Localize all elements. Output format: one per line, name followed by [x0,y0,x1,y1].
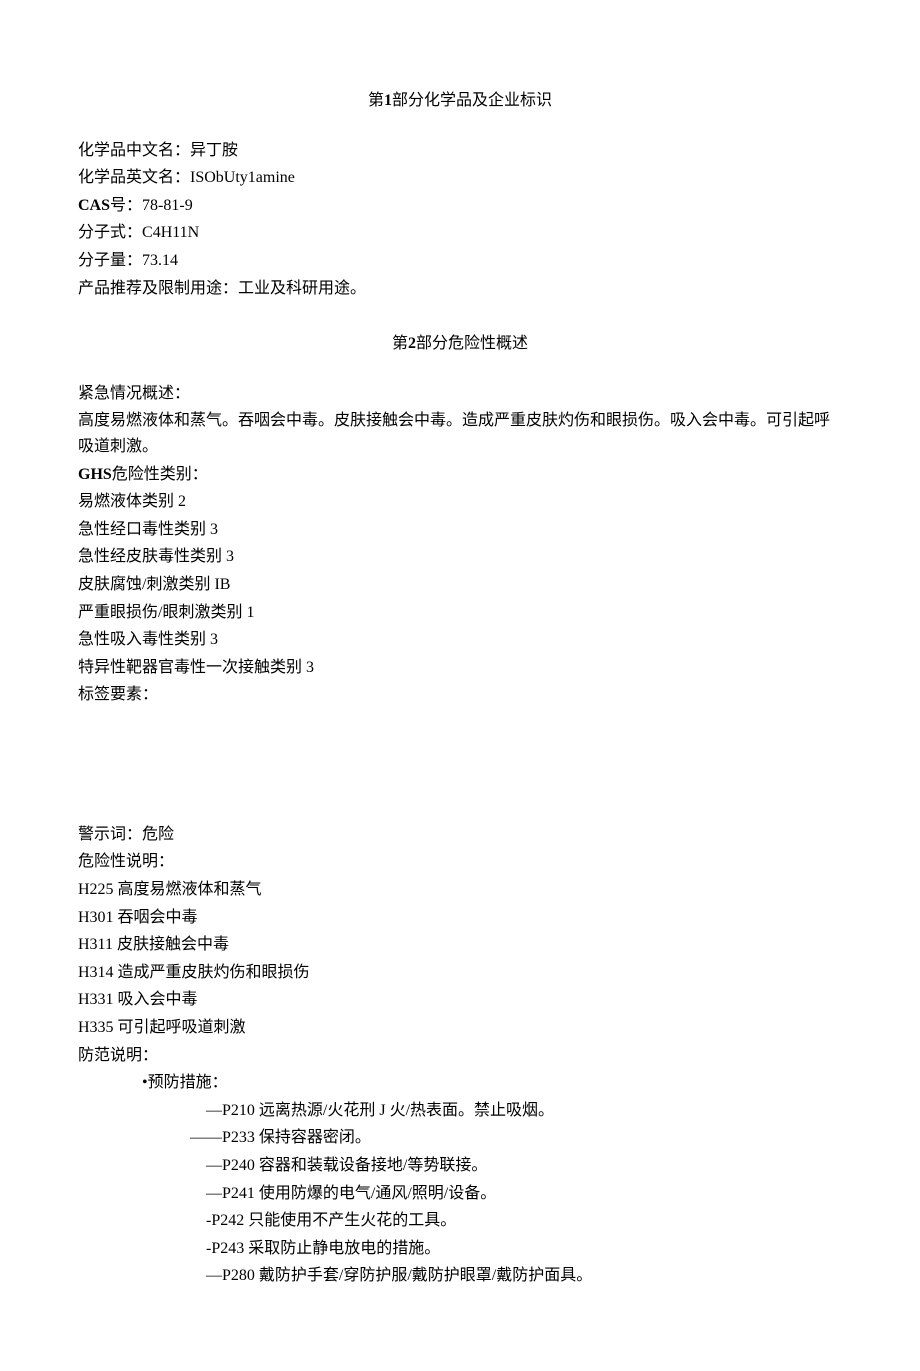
cas-number: CAS号：78-81-9 [78,193,842,219]
prevention-label: •预防措施： [78,1070,842,1096]
title-prefix: 第 [392,335,408,352]
label-mid: 号： [110,197,142,214]
category-item: 急性吸入毒性类别 3 [78,627,842,653]
title-prefix: 第 [368,92,384,109]
hazard-statement: H225 高度易燃液体和蒸气 [78,877,842,903]
label: 分子式： [78,224,142,241]
usage: 产品推荐及限制用途：工业及科研用途。 [78,276,842,302]
hazard-statement: H331 吸入会中毒 [78,987,842,1013]
value: ISObUty1amine [190,169,295,186]
chem-name-cn: 化学品中文名：异丁胺 [78,138,842,164]
label: 分子量： [78,252,142,269]
title-num: 1 [384,92,392,109]
title-num: 2 [408,335,416,352]
hazard-statement: H311 皮肤接触会中毒 [78,932,842,958]
section-2-title: 第2部分危险性概述 [78,331,842,357]
ghs-category-label: GHS危险性类别： [78,462,842,488]
hazard-statement: H301 吞咽会中毒 [78,905,842,931]
title-suffix: 部分危险性概述 [416,335,528,352]
mol-weight: 分子量：73.14 [78,248,842,274]
emergency-label: 紧急情况概述： [78,381,842,407]
precaution-item: —P240 容器和装载设备接地/等势联接。 [78,1153,842,1179]
hazard-statement: H314 造成严重皮肤灼伤和眼损伤 [78,960,842,986]
label: 化学品英文名： [78,169,190,186]
precaution-item: —P210 远离热源/火花刑 J 火/热表面。禁止吸烟。 [78,1098,842,1124]
value: 78-81-9 [142,197,193,214]
category-item: 易燃液体类别 2 [78,489,842,515]
value: 73.14 [142,252,178,269]
precaution-item: —P280 戴防护手套/穿防护服/戴防护眼罩/戴防护面具。 [78,1263,842,1289]
category-item: 急性经皮肤毒性类别 3 [78,544,842,570]
hazard-statement: H335 可引起呼吸道刺激 [78,1015,842,1041]
value: 异丁胺 [190,142,238,159]
category-item: 皮肤腐蚀/刺激类别 IB [78,572,842,598]
label: 化学品中文名： [78,142,190,159]
value: C4H11N [142,224,199,241]
precaution-item: -P242 只能使用不产生火花的工具。 [78,1208,842,1234]
chem-name-en: 化学品英文名：ISObUty1amine [78,165,842,191]
emergency-desc: 高度易燃液体和蒸气。吞咽会中毒。皮肤接触会中毒。造成严重皮肤灼伤和眼损伤。吸入会… [78,408,842,459]
formula: 分子式：C4H11N [78,220,842,246]
precaution-item: -P243 采取防止静电放电的措施。 [78,1236,842,1262]
category-item: 特异性靶器官毒性一次接触类别 3 [78,655,842,681]
hazard-statement-label: 危险性说明： [78,849,842,875]
label-bold: CAS [78,197,110,214]
precaution-item: —P241 使用防爆的电气/通风/照明/设备。 [78,1181,842,1207]
signal-word: 警示词：危险 [78,822,842,848]
title-suffix: 部分化学品及企业标识 [392,92,552,109]
category-item: 严重眼损伤/眼刺激类别 1 [78,600,842,626]
ghs-rest: 危险性类别： [112,466,208,483]
category-item: 急性经口毒性类别 3 [78,517,842,543]
precaution-item: ——P233 保持容器密闭。 [78,1125,842,1151]
precaution-label: 防范说明： [78,1043,842,1069]
section-1-title: 第1部分化学品及企业标识 [78,88,842,114]
ghs-bold: GHS [78,466,112,483]
label-elements: 标签要素： [78,682,842,708]
